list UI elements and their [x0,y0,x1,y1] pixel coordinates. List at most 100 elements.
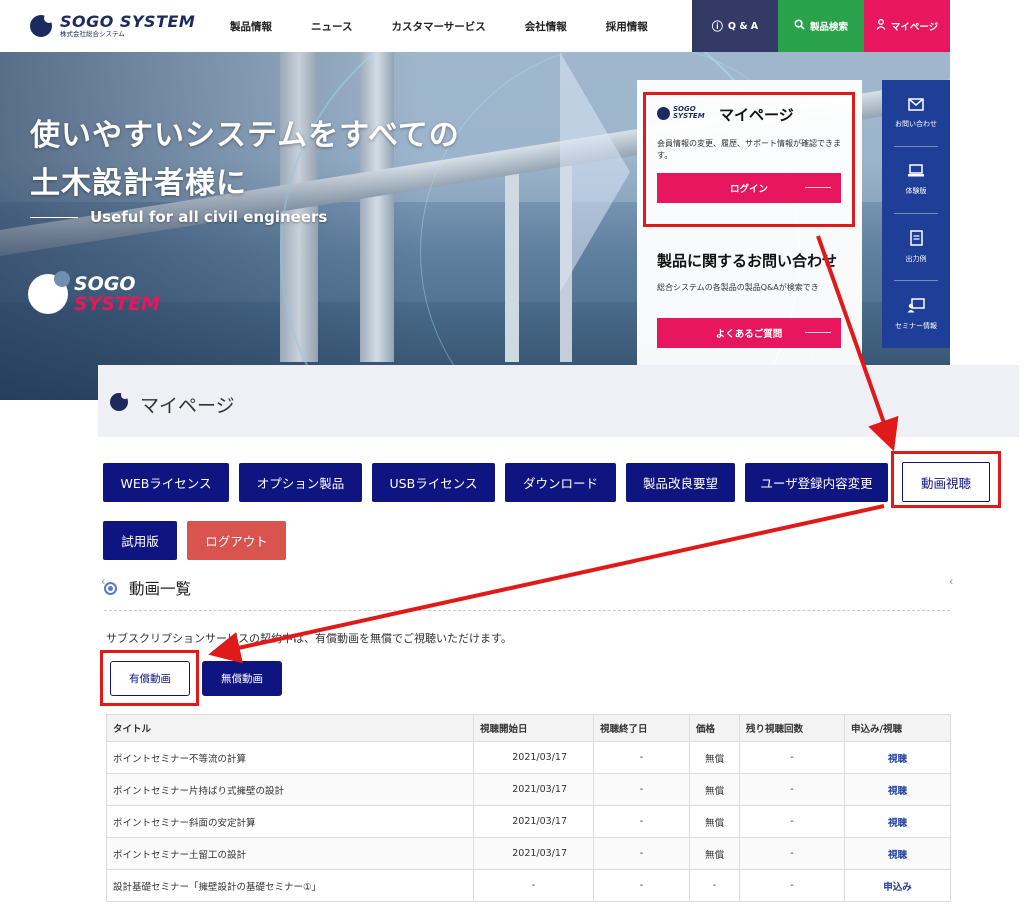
start-date-cell: 2021/03/17 [473,837,594,870]
remaining-views-cell: - [739,741,845,774]
hero-title: 使いやすいシステムをすべての 土木設計者様に [30,112,460,208]
web-license-button[interactable]: WEBライセンス [103,463,229,502]
sidebar-item-seminar[interactable]: セミナー情報 [882,281,950,347]
inquiry-desc: 総合システムの各製品の製品Q&Aが検索でき [657,283,819,292]
table-row: ポイントセミナー斜面の安定計算 2021/03/17 - 無償 - 視聴 [106,805,951,838]
column-header: 価格 [689,714,740,742]
radio-bullet-icon [104,581,117,595]
video-list-heading: 動画一覧 [104,577,191,599]
nav-products[interactable]: 製品情報 [230,19,272,34]
hero-logo-word: SOGO [74,273,136,295]
nav-company[interactable]: 会社情報 [525,19,567,34]
column-header: 視聴終了日 [593,714,690,742]
logo-mark [30,13,54,37]
user-info-change-button[interactable]: ユーザ登録内容変更 [745,463,888,502]
logo-brand: SOGO SYSTEM [60,11,196,31]
end-date-cell: - [593,773,690,806]
price-cell: 無償 [689,805,740,838]
sidebar-item-label: セミナー情報 [895,321,937,330]
start-date-cell: - [473,869,594,902]
watch-link[interactable]: 視聴 [844,837,951,870]
end-date-cell: - [593,741,690,774]
product-search-button[interactable]: 製品検索 [778,0,864,52]
price-cell: - [689,869,740,902]
tab-free-videos[interactable]: 無償動画 [202,661,282,696]
sidebar-item-label: 出力例 [905,255,927,263]
start-date-cell: 2021/03/17 [473,805,594,838]
start-date-cell: 2021/03/17 [473,773,594,806]
mypage-panel-header: マイページ [98,365,1019,437]
nav-customer-service[interactable]: カスタマーサービス [391,19,485,34]
inquiry-title: 製品に関するお問い合わせ [657,252,838,270]
carousel-left-edge-icon: ‹ [101,575,106,588]
faq-button[interactable]: よくあるご質問 [657,318,841,348]
table-row: 設計基礎セミナー「擁壁設計の基礎セミナー①」 - - - - 申込み [106,869,951,902]
download-button[interactable]: ダウンロード [505,463,616,502]
video-title-cell: ポイントセミナー斜面の安定計算 [106,805,474,838]
price-cell: 無償 [689,741,740,774]
site-logo[interactable]: SOGO SYSTEM 株式会社総合システム [0,0,210,52]
video-title-cell: ポイントセミナー土留工の設計 [106,837,474,870]
seminar-icon [907,297,925,317]
question-circle-icon: ⓘ [711,20,723,33]
annotation-box-video [891,451,1001,508]
end-date-cell: - [593,869,690,902]
hero-logo: SOGO SYSTEM [28,271,160,315]
hero-title-line: 使いやすいシステムをすべての [30,118,460,153]
apply-link[interactable]: 申込み [844,869,951,902]
watch-link[interactable]: 視聴 [844,773,951,806]
annotation-box-paid-tab [100,650,199,706]
document-icon [909,230,923,250]
price-cell: 無償 [689,773,740,806]
watch-link[interactable]: 視聴 [844,741,951,774]
remaining-views-cell: - [739,869,845,902]
mypage-header-label: マイページ [890,22,939,33]
sidebar-item-label: 体験版 [905,187,927,195]
qa-button[interactable]: ⓘ Q & A [692,0,778,52]
sidebar-item-contact[interactable]: お問い合わせ [882,80,950,146]
table-row: ポイントセミナー不等流の計算 2021/03/17 - 無償 - 視聴 [106,741,951,774]
arrow-line-icon [805,332,831,333]
faq-label: よくあるご質問 [715,329,783,340]
video-list-description: サブスクリプションサービスの契約中は、有償動画を無償でご視聴いただけます。 [106,632,512,645]
video-table: タイトル 視聴開始日 視聴終了日 価格 残り視聴回数 申込み/視聴 ポイントセミ… [106,714,951,902]
user-icon [876,19,886,33]
remaining-views-cell: - [739,805,845,838]
hero-logo-mark [28,271,70,314]
hero-subtitle-wrap: Useful for all civil engineers [30,208,327,226]
remaining-views-cell: - [739,837,845,870]
side-quick-menu: お問い合わせ 体験版 出力例 セミナー情報 [882,80,950,348]
product-search-label: 製品検索 [809,22,848,33]
search-icon [794,19,805,33]
trial-version-button[interactable]: 試用版 [103,521,177,560]
qa-label: Q & A [727,20,759,32]
hero-subtitle-rule [30,216,78,218]
sidebar-item-output-example[interactable]: 出力例 [882,214,950,280]
table-header-row: タイトル 視聴開始日 視聴終了日 価格 残り視聴回数 申込み/視聴 [106,714,951,742]
start-date-cell: 2021/03/17 [473,741,594,774]
hero-title-line: 土木設計者様に [30,166,247,201]
site-header: SOGO SYSTEM 株式会社総合システム 製品情報 ニュース カスタマーサー… [0,0,950,52]
page-title: マイページ [140,395,235,417]
column-header: 残り視聴回数 [739,714,845,742]
option-products-button[interactable]: オプション製品 [239,463,362,502]
nav-news[interactable]: ニュース [311,19,352,34]
improvement-request-button[interactable]: 製品改良要望 [626,463,735,502]
video-title-cell: ポイントセミナー不等流の計算 [106,741,474,774]
end-date-cell: - [593,837,690,870]
column-header: タイトル [106,714,474,742]
sidebar-item-label: お問い合わせ [895,120,937,128]
video-title-cell: 設計基礎セミナー「擁壁設計の基礎セミナー①」 [106,869,474,902]
logout-button[interactable]: ログアウト [187,521,286,560]
column-header: 視聴開始日 [473,714,594,742]
laptop-icon [907,164,925,182]
usb-license-button[interactable]: USBライセンス [372,463,495,502]
mypage-header-button[interactable]: マイページ [864,0,950,52]
watch-link[interactable]: 視聴 [844,805,951,838]
nav-recruit[interactable]: 採用情報 [606,19,648,34]
video-title-cell: ポイントセミナー片持ばり式擁壁の設計 [106,773,474,806]
sidebar-item-trial[interactable]: 体験版 [882,147,950,213]
mail-icon [908,97,924,115]
hero-logo-word: SYSTEM [74,293,160,315]
table-row: ポイントセミナー片持ばり式擁壁の設計 2021/03/17 - 無償 - 視聴 [106,773,951,806]
